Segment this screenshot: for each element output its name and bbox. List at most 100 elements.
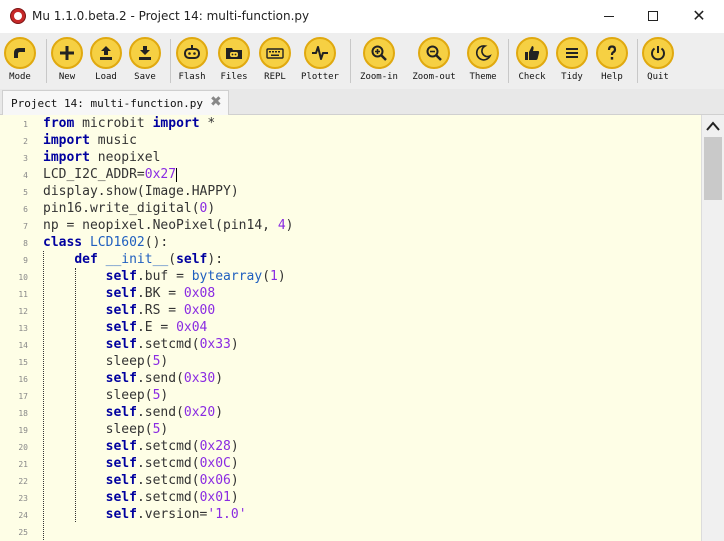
code-token: self <box>105 507 137 522</box>
code-token: bytearray <box>191 269 263 284</box>
code-line: self.setcmd(0x28) <box>43 438 239 455</box>
code-token: self <box>105 337 137 352</box>
code-token: self <box>105 456 137 471</box>
code-token: ) <box>230 439 239 454</box>
upload-icon <box>90 37 122 69</box>
code-line: sleep(5) <box>43 421 169 438</box>
code-token: .setcmd( <box>136 456 200 471</box>
code-token: .BK = <box>136 286 184 301</box>
line-number: 7 <box>23 222 28 231</box>
zoom-out-button[interactable]: Zoom-out <box>410 37 458 87</box>
code-token: self <box>105 286 137 301</box>
code-token: self <box>105 473 137 488</box>
code-token: ) <box>230 473 239 488</box>
code-line: self.setcmd(0x0C) <box>43 455 239 472</box>
tab-bar: Project 14: multi-function.py ✖ <box>0 89 724 115</box>
moon-icon <box>467 37 499 69</box>
code-token: class <box>43 235 83 250</box>
line-number: 22 <box>18 477 28 486</box>
code-line: class LCD1602(): <box>43 234 168 251</box>
code-token: sleep( <box>105 354 153 369</box>
zoom-in-label: Zoom-in <box>360 72 398 82</box>
code-token: '1.0' <box>207 507 247 522</box>
code-token: microbit <box>74 116 153 131</box>
code-token: music <box>89 133 137 148</box>
zoom-in-icon <box>363 37 395 69</box>
code-token: 0x20 <box>183 405 216 420</box>
code-token: self <box>105 490 137 505</box>
thumbs-up-icon <box>516 37 548 69</box>
code-token: .E = <box>136 320 177 335</box>
microbit-icon <box>176 37 208 69</box>
code-token: 0x06 <box>199 473 231 488</box>
code-line: np = neopixel.NeoPixel(pin14, 4) <box>43 217 293 234</box>
line-number: 6 <box>23 205 28 214</box>
code-token: ) <box>285 218 294 233</box>
close-icon: ✕ <box>692 6 706 25</box>
code-token: 0x08 <box>183 286 216 301</box>
minimize-button[interactable] <box>586 0 632 32</box>
code-token: import <box>43 150 90 165</box>
code-editor[interactable]: 1 2 3 4 5 6 7 8 9 10 11 12 13 14 15 16 17 18 19 20 21 22 23 24 2… <box>0 115 701 541</box>
maximize-icon <box>648 11 658 21</box>
zoom-in-button[interactable]: Zoom-in <box>355 37 403 87</box>
vertical-scrollbar[interactable] <box>701 115 724 541</box>
code-line: sleep(5) <box>43 387 169 404</box>
tab-label: Project 14: multi-function.py <box>11 97 204 110</box>
code-line: LCD_I2C_ADDR=0x27 <box>43 166 178 183</box>
code-token: ( <box>262 269 271 284</box>
code-token: 0x30 <box>183 371 216 386</box>
close-window-button[interactable]: ✕ <box>676 0 722 32</box>
hamburger-icon <box>556 37 588 69</box>
scrollbar-thumb[interactable] <box>704 137 722 200</box>
quit-button[interactable]: Quit <box>634 37 682 87</box>
code-line: import music <box>43 132 137 149</box>
code-line: self.BK = 0x08 <box>43 285 216 302</box>
download-icon <box>129 37 161 69</box>
plotter-label: Plotter <box>301 72 339 82</box>
code-token: np = neopixel.NeoPixel(pin14, <box>43 218 278 233</box>
code-token: .RS = <box>136 303 184 318</box>
maximize-button[interactable] <box>630 0 676 32</box>
code-token: .setcmd( <box>136 439 200 454</box>
code-token: 4 <box>277 218 286 233</box>
code-token: * <box>199 116 216 131</box>
plotter-button[interactable]: Plotter <box>296 37 344 87</box>
code-token: ) <box>215 371 224 386</box>
code-token: 0x27 <box>144 167 177 182</box>
code-token: .buf = <box>136 269 192 284</box>
plus-icon <box>51 37 83 69</box>
line-number: 2 <box>23 137 28 146</box>
line-number: 8 <box>23 239 28 248</box>
line-number-gutter: 1 2 3 4 5 6 7 8 9 10 11 12 13 14 15 16 17 18 19 20 21 22 23 24 2… <box>0 115 38 541</box>
code-token: ): <box>207 252 224 267</box>
code-token: neopixel <box>89 150 161 165</box>
code-line: self.setcmd(0x06) <box>43 472 239 489</box>
line-number: 14 <box>18 341 28 350</box>
code-token: ) <box>230 337 239 352</box>
tab-multi-function[interactable]: Project 14: multi-function.py ✖ <box>2 90 229 115</box>
line-number: 15 <box>18 358 28 367</box>
scroll-up-arrow-icon[interactable] <box>704 117 722 135</box>
code-line: self.RS = 0x00 <box>43 302 216 319</box>
line-number: 21 <box>18 460 28 469</box>
code-token: self <box>105 320 137 335</box>
code-token: ) <box>215 405 224 420</box>
code-line: self.send(0x30) <box>43 370 223 387</box>
line-number: 4 <box>23 171 28 180</box>
code-token: 0x04 <box>176 320 208 335</box>
quit-label: Quit <box>647 72 669 82</box>
code-token: pin16.write_digital( <box>43 201 200 216</box>
close-tab-icon[interactable]: ✖ <box>210 94 222 110</box>
theme-button[interactable]: Theme <box>459 37 507 87</box>
code-line: self.version='1.0' <box>43 506 247 523</box>
